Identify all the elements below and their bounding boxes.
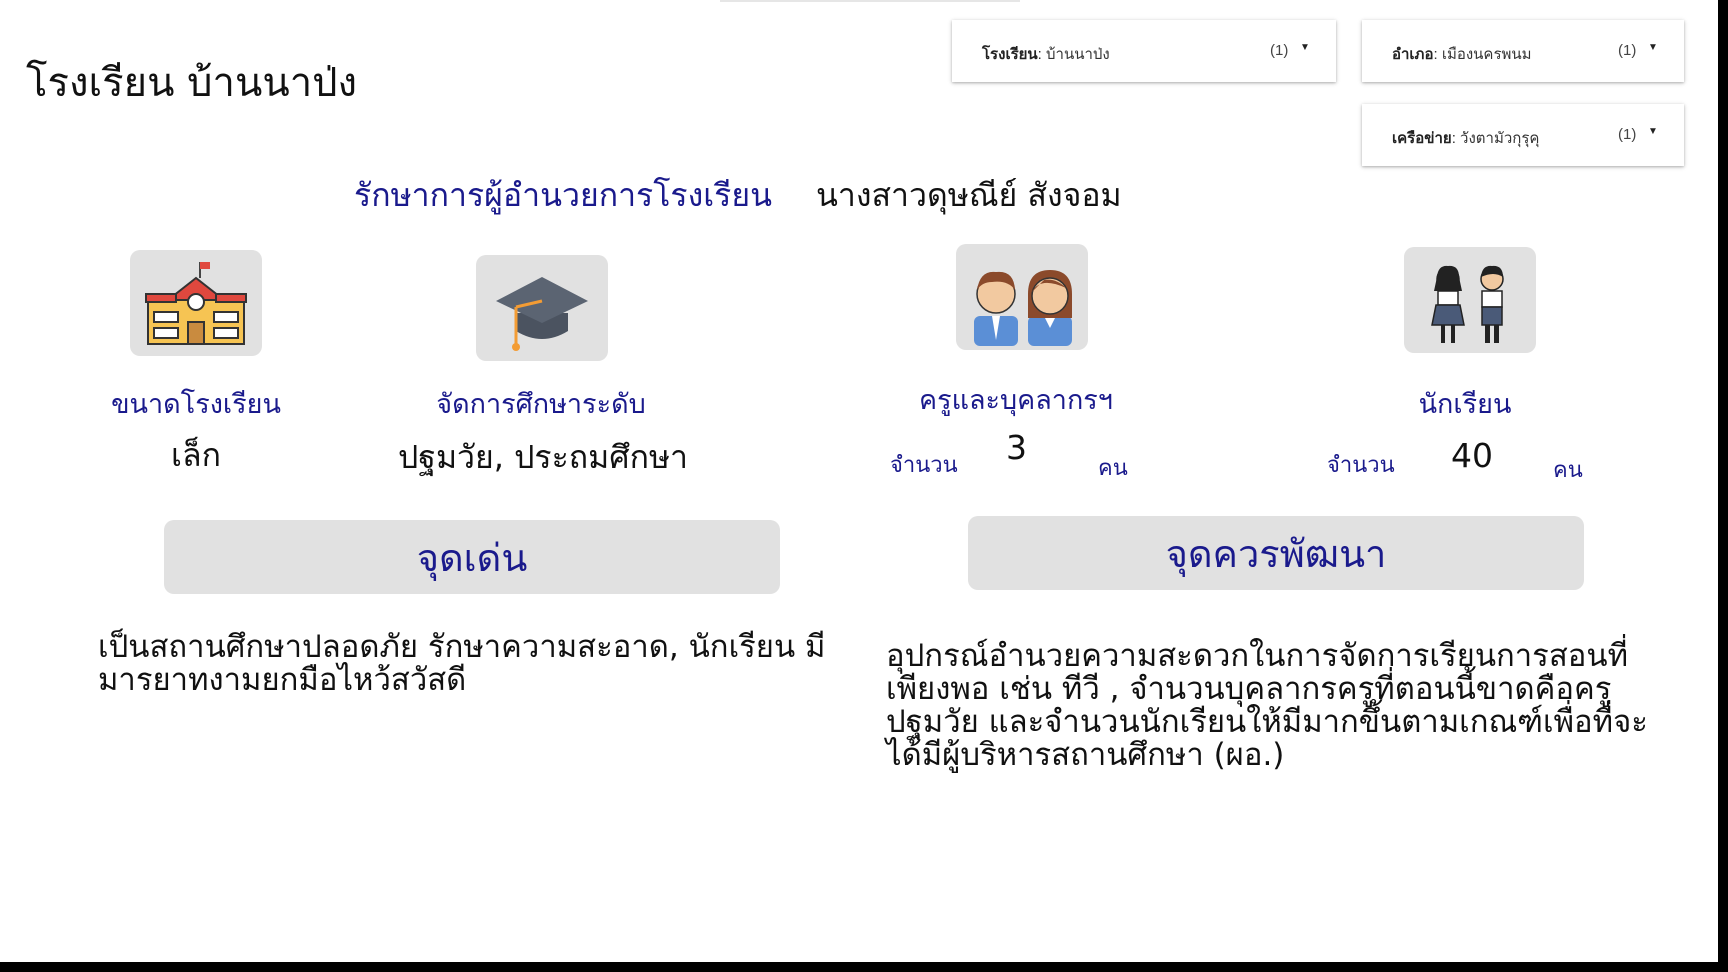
students-count-value: 40 xyxy=(1451,436,1493,475)
page-title: โรงเรียน บ้านนาป่ง xyxy=(26,60,358,106)
top-scroll-indicator xyxy=(720,0,1020,2)
filter-label: เครือข่าย: วังตามัวกุรุคุ xyxy=(1392,130,1540,147)
filter-count: (1) xyxy=(1270,42,1289,59)
chevron-down-icon: ▼ xyxy=(1648,42,1658,53)
students-label: นักเรียน xyxy=(1418,389,1512,420)
strengths-text: เป็นสถานศึกษาปลอดภัย รักษาความสะอาด, นัก… xyxy=(98,629,826,698)
teachers-label: ครูและบุคลากรฯ xyxy=(919,385,1113,416)
principal-name: นางสาวดุษณีย์ สังจอม xyxy=(816,176,1122,214)
students-count-label: จำนวน xyxy=(1327,453,1395,478)
filter-label: อำเภอ: เมืองนครพนม xyxy=(1392,46,1532,63)
teachers-icon xyxy=(956,244,1088,350)
graduation-cap-icon xyxy=(476,255,608,361)
school-filter-dropdown[interactable]: โรงเรียน: บ้านนาป่ง (1) ▼ xyxy=(952,20,1336,82)
chevron-down-icon: ▼ xyxy=(1648,126,1658,137)
filter-count: (1) xyxy=(1618,126,1637,143)
school-size-label: ขนาดโรงเรียน xyxy=(111,389,281,420)
improvements-banner: จุดควรพัฒนา xyxy=(968,516,1584,590)
students-unit: คน xyxy=(1553,458,1583,483)
school-building-icon xyxy=(130,250,262,356)
network-filter-dropdown[interactable]: เครือข่าย: วังตามัวกุรุคุ (1) ▼ xyxy=(1362,104,1684,166)
filter-count: (1) xyxy=(1618,42,1637,59)
district-filter-dropdown[interactable]: อำเภอ: เมืองนครพนม (1) ▼ xyxy=(1362,20,1684,82)
teachers-unit: คน xyxy=(1098,456,1128,481)
teachers-count-label: จำนวน xyxy=(890,453,958,478)
school-size-value: เล็ก xyxy=(171,436,221,474)
principal-role: รักษาการผู้อำนวยการโรงเรียน xyxy=(354,176,772,214)
education-level-value: ปฐมวัย, ประถมศึกษา xyxy=(397,438,689,476)
education-level-label: จัดการศึกษาระดับ xyxy=(436,389,646,420)
teachers-count-value: 3 xyxy=(1006,428,1027,467)
improvements-text: อุปกรณ์อำนวยความสะดวกในการจัดการเรียนการ… xyxy=(886,638,1648,773)
dashboard-page: โรงเรียน บ้านนาป่ง โรงเรียน: บ้านนาป่ง (… xyxy=(0,0,1718,962)
strengths-banner: จุดเด่น xyxy=(164,520,780,594)
students-icon xyxy=(1404,247,1536,353)
chevron-down-icon: ▼ xyxy=(1300,42,1310,53)
filter-label: โรงเรียน: บ้านนาป่ง xyxy=(982,46,1110,63)
